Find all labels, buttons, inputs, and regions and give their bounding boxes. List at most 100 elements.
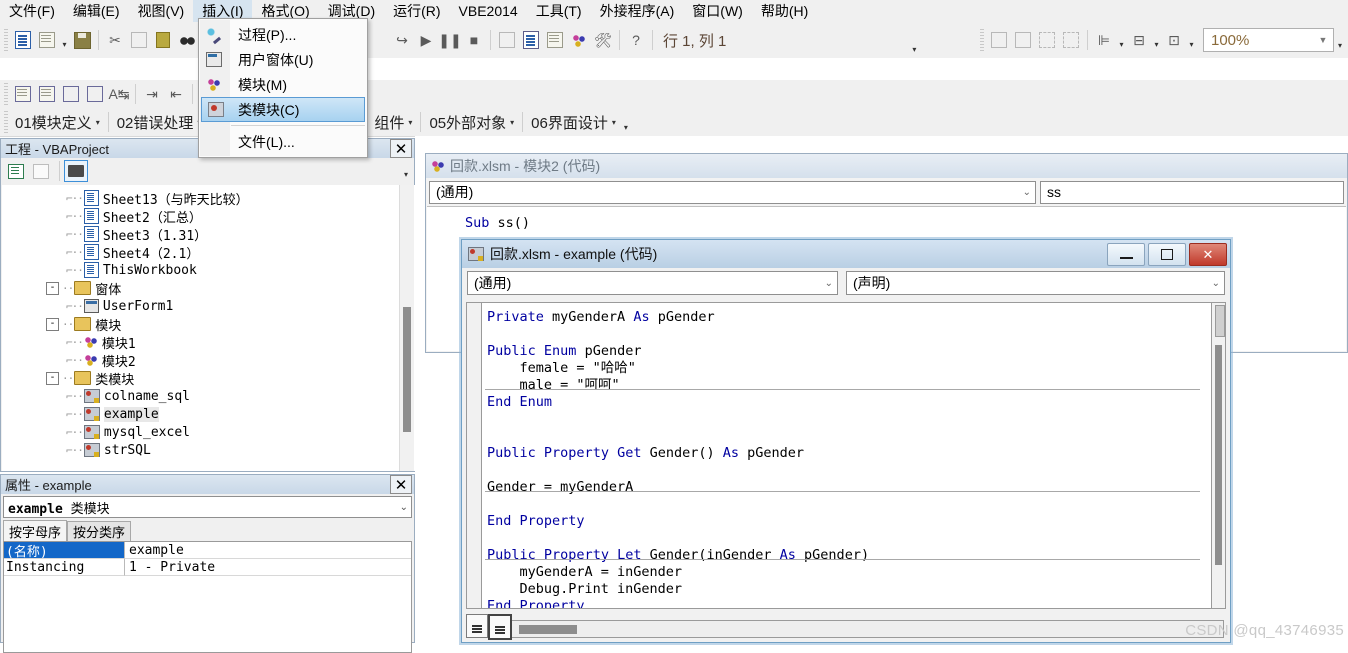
tree-item[interactable]: ⌐·· colname_sql <box>2 387 249 405</box>
chevron-down-icon[interactable]: ⌄ <box>400 502 408 513</box>
outdent-icon[interactable]: ⇤ <box>164 82 188 106</box>
proc-combo-example[interactable]: (声明) ⌄ <box>846 271 1225 295</box>
view-object-icon[interactable] <box>30 161 52 181</box>
toolbar-grip[interactable] <box>4 29 8 51</box>
toolbar-dropdown-01[interactable]: 01模块定义 ▾ <box>11 111 104 134</box>
insert-menu-item-module[interactable]: 模块(M) <box>199 72 367 97</box>
chevron-down-icon[interactable]: ⌄ <box>1212 278 1220 289</box>
full-module-view-icon[interactable] <box>488 614 512 640</box>
complete-word-icon[interactable]: A↹ <box>107 82 131 106</box>
indent-icon[interactable]: ⇥ <box>140 82 164 106</box>
toolbar-overflow-chevron-icon[interactable]: ▾ <box>912 45 916 58</box>
procedure-view-icon[interactable] <box>466 614 488 638</box>
scroll-up-button[interactable] <box>1215 305 1225 337</box>
property-key-instancing[interactable]: Instancing <box>4 559 125 576</box>
property-key-name[interactable]: (名称) <box>4 542 125 560</box>
chevron-down-icon[interactable]: ⌄ <box>825 278 833 289</box>
proc-combo-module2[interactable]: ss <box>1040 180 1344 204</box>
parameter-info-icon[interactable] <box>83 82 107 106</box>
tree-item[interactable]: ⌐·· mysql_excel <box>2 423 249 441</box>
close-button[interactable]: ✕ <box>1189 242 1227 266</box>
tree-item[interactable]: ⌐·· ThisWorkbook <box>2 261 249 279</box>
property-value-instancing[interactable]: 1 - Private <box>125 559 411 576</box>
code-window-example[interactable]: 回款.xlsm - example (代码) ✕ (通用) ⌄ (声明) ⌄ P… <box>461 239 1231 643</box>
menu-item-tools[interactable]: 工具(T) <box>527 0 591 22</box>
align-left-icon[interactable]: ⊫ <box>1092 28 1116 52</box>
view-code-icon[interactable] <box>5 161 27 181</box>
tree-item[interactable]: ⌐·· example <box>2 405 249 423</box>
custom-toolbar-grip[interactable] <box>4 111 8 133</box>
tree-item[interactable]: ⌐·· 模块2 <box>2 351 249 370</box>
size-icon[interactable]: ⊡ <box>1162 28 1186 52</box>
paste-icon[interactable] <box>151 28 175 52</box>
toolbar-dropdown-02[interactable]: 02错误处理 ▾ <box>113 111 206 134</box>
save-icon[interactable] <box>70 28 94 52</box>
quick-info-icon[interactable] <box>59 82 83 106</box>
properties-object-combo[interactable]: example 类模块 ⌄ <box>3 496 412 518</box>
project-explorer-close-icon[interactable]: ✕ <box>390 139 412 158</box>
insert-object-chevron-down-icon[interactable]: ▾ <box>59 27 70 54</box>
project-tree[interactable]: ⌐·· Sheet13（与昨天比较） ⌐·· Sheet2（汇总） ⌐·· Sheet3（… <box>2 185 415 471</box>
properties-window-icon[interactable] <box>543 28 567 52</box>
object-combo-module2[interactable]: (通用) ⌄ <box>429 180 1036 204</box>
tree-item[interactable]: - ·· 窗体 <box>2 279 249 298</box>
tree-item[interactable]: - ·· 模块 <box>2 315 249 334</box>
align-chevron-down-icon[interactable]: ▾ <box>1116 27 1127 54</box>
chevron-down-icon[interactable]: ⌄ <box>1023 187 1031 198</box>
maximize-button[interactable] <box>1148 242 1186 266</box>
cut-icon[interactable]: ✂ <box>103 28 127 52</box>
insert-menu-item-userform[interactable]: 用户窗体(U) <box>199 47 367 72</box>
zoom-chevron-down-icon[interactable]: ▼ <box>1315 35 1331 45</box>
view-excel-icon[interactable] <box>11 28 35 52</box>
bring-front-icon[interactable] <box>987 28 1011 52</box>
size-chevron-down-icon[interactable]: ▾ <box>1186 27 1197 54</box>
layout-toolbar-grip[interactable] <box>979 29 984 51</box>
tree-item[interactable]: ⌐·· Sheet2（汇总） <box>2 207 249 226</box>
code-editor-horizontal-scrollbar[interactable] <box>466 620 1224 638</box>
insert-menu-dropdown[interactable]: 过程(P)... 用户窗体(U) 模块(M) 类模块(C) 文件(L)... <box>198 18 368 158</box>
toolbox-icon[interactable]: 🛠 <box>591 28 615 52</box>
menu-item-window[interactable]: 窗口(W) <box>683 0 752 22</box>
redo-icon[interactable]: ↪ <box>390 28 414 52</box>
code-editor-text[interactable]: Private myGenderA As pGender Public Enum… <box>487 309 869 608</box>
zoom-combo[interactable]: 100% ▼ <box>1202 28 1334 52</box>
insert-object-icon[interactable] <box>35 28 59 52</box>
run-icon[interactable]: ▶ <box>414 28 438 52</box>
project-explorer-icon[interactable] <box>519 28 543 52</box>
toolbar-dropdown-06[interactable]: 06界面设计 ▾ <box>527 111 620 134</box>
insert-menu-item-class-module[interactable]: 类模块(C) <box>201 97 365 122</box>
tree-item[interactable]: ⌐·· 模块1 <box>2 333 249 352</box>
layout-toolbar-overflow-icon[interactable]: ▾ <box>1338 41 1342 54</box>
reset-icon[interactable]: ■ <box>462 28 486 52</box>
help-icon[interactable]: ? <box>624 28 648 52</box>
tree-item[interactable]: ⌐·· UserForm1 <box>2 297 249 315</box>
object-browser-icon[interactable] <box>567 28 591 52</box>
send-back-icon[interactable] <box>1011 28 1035 52</box>
menu-item-help[interactable]: 帮助(H) <box>752 0 817 22</box>
project-tree-scroll-thumb[interactable] <box>403 307 411 432</box>
code-window-example-titlebar[interactable]: 回款.xlsm - example (代码) ✕ <box>462 240 1230 268</box>
insert-menu-item-file[interactable]: 文件(L)... <box>199 129 367 154</box>
code-editor-scroll-thumb[interactable] <box>1215 345 1222 565</box>
tree-expander-icon[interactable]: - <box>46 317 59 331</box>
menu-item-run[interactable]: 运行(R) <box>384 0 449 22</box>
tree-item[interactable]: ⌐·· strSQL <box>2 441 249 459</box>
list-properties-icon[interactable] <box>11 82 35 106</box>
design-mode-icon[interactable] <box>495 28 519 52</box>
ungroup-icon[interactable] <box>1059 28 1083 52</box>
property-value-name[interactable]: example <box>125 542 411 559</box>
object-combo-example[interactable]: (通用) ⌄ <box>467 271 839 295</box>
menu-item-addins[interactable]: 外接程序(A) <box>591 0 684 22</box>
project-explorer-overflow-icon[interactable]: ▾ <box>404 170 408 179</box>
break-icon[interactable]: ❚❚ <box>438 28 462 52</box>
list-constants-icon[interactable] <box>35 82 59 106</box>
tree-expander-icon[interactable]: - <box>46 371 59 385</box>
copy-icon[interactable] <box>127 28 151 52</box>
menu-item-view[interactable]: 视图(V) <box>129 0 194 22</box>
menu-item-file[interactable]: 文件(F) <box>0 0 64 22</box>
tree-item[interactable]: ⌐·· Sheet13（与昨天比较） <box>2 189 249 208</box>
tab-alphabetic[interactable]: 按字母序 <box>3 520 68 541</box>
minimize-button[interactable] <box>1107 242 1145 266</box>
code-editor-hscroll-thumb[interactable] <box>519 625 577 634</box>
toggle-folders-icon[interactable] <box>64 160 88 182</box>
